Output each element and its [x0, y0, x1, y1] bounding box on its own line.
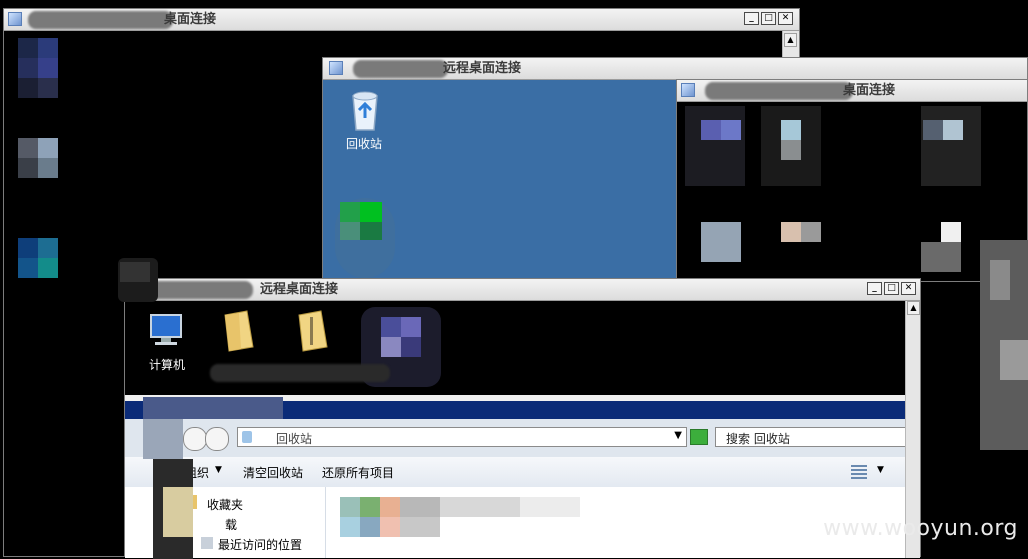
redacted-host [147, 281, 253, 299]
rdp-app-icon [681, 83, 695, 97]
command-bar: 组织 ▼ 清空回收站 还原所有项目 ▼ [125, 457, 906, 488]
chevron-down-icon[interactable]: ▼ [215, 465, 222, 475]
title-bar[interactable]: 远程桌面连接 _ □ ✕ [125, 279, 920, 301]
search-placeholder: 搜索 回收站 [726, 432, 790, 446]
recycle-bin-icon[interactable] [345, 88, 385, 132]
chevron-down-icon[interactable]: ▼ [674, 430, 682, 441]
address-bar-row: 回收站 ▼ 搜索 回收站 [125, 419, 906, 457]
close-button[interactable]: ✕ [778, 12, 793, 25]
address-bar[interactable]: 回收站 ▼ [237, 427, 687, 447]
redacted-host [28, 11, 173, 29]
search-input[interactable]: 搜索 回收站 [715, 427, 906, 447]
rdp-window-right[interactable]: 桌面连接 [676, 79, 1028, 282]
recycle-bin-small-icon [242, 431, 252, 443]
zip-folder-icon[interactable] [297, 309, 329, 353]
recycle-bin-label: 回收站 [346, 137, 383, 151]
empty-recycle-bin-button[interactable]: 清空回收站 [243, 464, 303, 481]
window-title: 远程桌面连接 [260, 282, 339, 297]
close-button[interactable]: ✕ [901, 282, 916, 295]
computer-icon[interactable] [147, 311, 187, 351]
rdp-app-icon [8, 12, 22, 26]
view-options-icon[interactable] [851, 465, 867, 479]
folder-icon[interactable] [223, 309, 255, 353]
minimize-button[interactable]: _ [744, 12, 759, 25]
scroll-up-arrow[interactable]: ▲ [784, 33, 797, 47]
nav-downloads[interactable]: 载 [225, 516, 237, 533]
rdp-app-icon [329, 61, 343, 75]
address-text: 回收站 [276, 432, 313, 446]
file-list[interactable] [326, 487, 906, 558]
maximize-button[interactable]: □ [884, 282, 899, 295]
window-title: 桌面连接 [843, 83, 896, 98]
redacted-host [353, 60, 448, 78]
scroll-up-arrow[interactable]: ▲ [907, 301, 920, 315]
recent-places-icon [201, 537, 213, 549]
redacted-host [705, 82, 853, 100]
back-button[interactable] [183, 427, 207, 451]
title-bar[interactable]: 桌面连接 [677, 80, 1027, 102]
nav-favorites[interactable]: 收藏夹 [207, 496, 243, 513]
chevron-down-icon[interactable]: ▼ [877, 465, 884, 475]
refresh-icon[interactable] [690, 429, 708, 445]
watermark: www.wooyun.org [823, 516, 1018, 541]
rdp-window-front[interactable]: 远程桌面连接 _ □ ✕ 计算机 回收站 ▼ 搜索 回收站 组织 ▼ 清空回收站… [124, 278, 921, 559]
window-title: 桌面连接 [164, 12, 217, 27]
restore-all-button[interactable]: 还原所有项目 [322, 464, 394, 481]
title-bar[interactable]: 桌面连接 _ □ ✕ [4, 9, 799, 31]
redacted-text [210, 364, 390, 382]
maximize-button[interactable]: □ [761, 12, 776, 25]
title-bar[interactable]: 远程桌面连接 [323, 58, 1027, 80]
minimize-button[interactable]: _ [867, 282, 882, 295]
computer-label: 计算机 [149, 358, 186, 372]
window-title: 远程桌面连接 [443, 61, 522, 76]
nav-recent-places[interactable]: 最近访问的位置 [218, 536, 302, 553]
forward-button[interactable] [205, 427, 229, 451]
